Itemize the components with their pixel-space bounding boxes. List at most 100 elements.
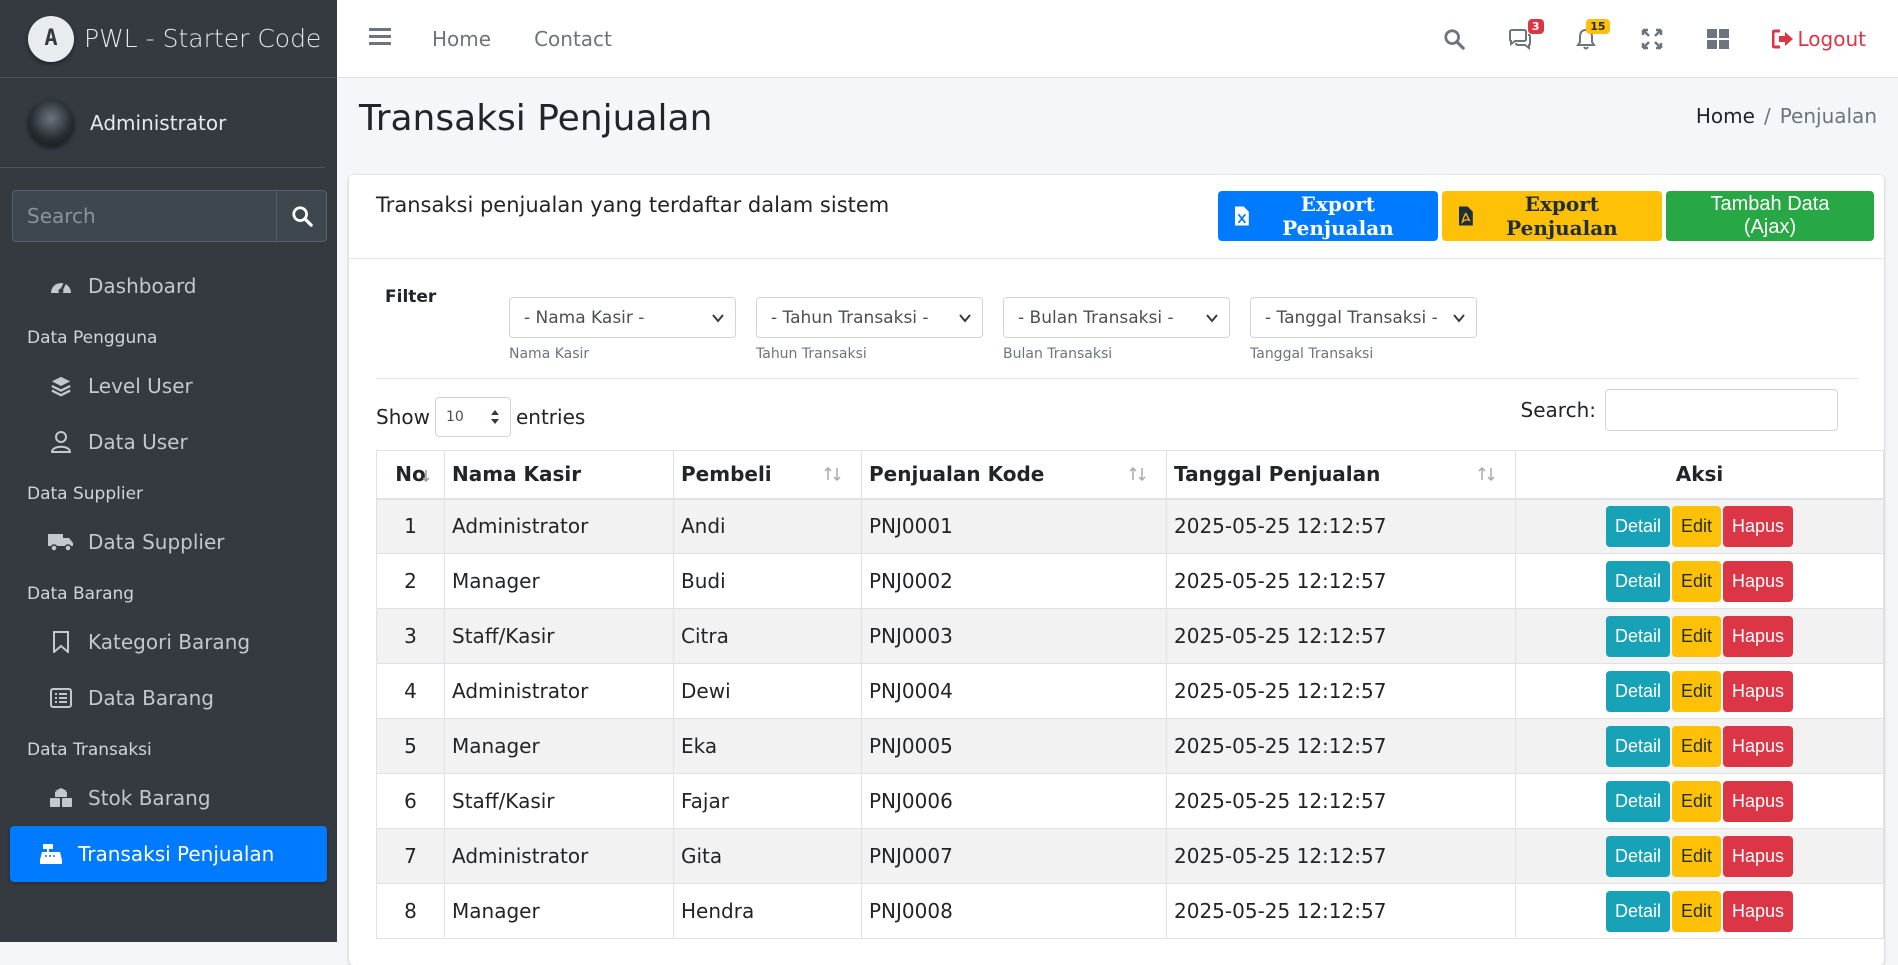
sidebar-item-kategori-barang[interactable]: Kategori Barang <box>10 614 327 670</box>
user-panel[interactable]: Administrator <box>0 78 325 168</box>
hapus-button[interactable]: Hapus <box>1723 560 1794 602</box>
edit-button[interactable]: Edit <box>1671 560 1722 602</box>
filter-tanggal-select[interactable]: - Tanggal Transaksi - <box>1250 297 1477 338</box>
filter-tanggal: - Tanggal Transaksi - Tanggal Transaksi <box>1250 297 1477 362</box>
user-name[interactable]: Administrator <box>90 111 226 135</box>
cell-no: 2 <box>376 553 445 609</box>
breadcrumb-home[interactable]: Home <box>1696 104 1755 128</box>
breadcrumb: Home / Penjualan <box>1696 104 1877 128</box>
nav-link-contact[interactable]: Contact <box>534 27 612 51</box>
edit-button[interactable]: Edit <box>1671 725 1722 767</box>
detail-button[interactable]: Detail <box>1605 505 1670 547</box>
edit-button[interactable]: Edit <box>1671 615 1722 657</box>
brand-link[interactable]: A PWL - Starter Code <box>0 0 337 78</box>
sidebar-item-label: Data User <box>88 430 188 454</box>
datatable-search-label: Search: <box>1520 398 1596 422</box>
sidebar-item-label: Transaksi Penjualan <box>78 842 275 866</box>
hapus-button[interactable]: Hapus <box>1723 780 1794 822</box>
sidebar-item-level-user[interactable]: Level User <box>10 358 327 414</box>
layer-group-icon <box>48 373 74 399</box>
cell-aksi: Detail Edit Hapus <box>1515 608 1884 664</box>
cell-aksi: Detail Edit Hapus <box>1515 553 1884 609</box>
hapus-button[interactable]: Hapus <box>1723 505 1794 547</box>
sidebar-item-data-user[interactable]: Data User <box>10 414 327 470</box>
file-pdf-icon <box>1459 206 1473 226</box>
navbar-right: 3 15 Logout <box>1442 0 1898 78</box>
cell-aksi: Detail Edit Hapus <box>1515 718 1884 774</box>
export-excel-button[interactable]: Export Penjualan <box>1218 191 1438 241</box>
notifications-bell-icon[interactable]: 15 <box>1574 19 1610 51</box>
export-excel-label: Export Penjualan <box>1282 192 1394 240</box>
detail-button[interactable]: Detail <box>1605 670 1670 712</box>
cell-tanggal-penjualan: 2025-05-25 12:12:57 <box>1166 553 1516 609</box>
sidebar-item-dashboard[interactable]: Dashboard <box>10 258 327 314</box>
nav-link-home[interactable]: Home <box>432 27 491 51</box>
entries-length-select[interactable]: 10 <box>434 397 511 437</box>
detail-button[interactable]: Detail <box>1605 890 1670 932</box>
sidebar-search-button[interactable] <box>276 190 327 242</box>
breadcrumb-current: Penjualan <box>1779 104 1877 128</box>
hapus-button[interactable]: Hapus <box>1723 670 1794 712</box>
card-tools: Export Penjualan Export Penjualan Tambah… <box>1218 191 1874 241</box>
filter-tahun: - Tahun Transaksi - Tahun Transaksi <box>756 297 983 362</box>
logout-link[interactable]: Logout <box>1771 27 1866 51</box>
sidebar-item-data-supplier[interactable]: Data Supplier <box>10 514 327 570</box>
sort-desc-icon <box>422 470 430 483</box>
sidebar-item-stok-barang[interactable]: Stok Barang <box>10 770 327 826</box>
col-header-penjualan-kode[interactable]: Penjualan Kode <box>861 450 1167 500</box>
table-row: 2 Manager Budi PNJ0002 2025-05-25 12:12:57 De… <box>376 553 1884 609</box>
control-sidebar-grid-icon[interactable] <box>1706 27 1730 51</box>
sidebar-search-input[interactable] <box>12 190 276 242</box>
col-header-pembeli[interactable]: Pembeli <box>673 450 862 500</box>
col-header-tanggal-penjualan[interactable]: Tanggal Penjualan <box>1166 450 1516 500</box>
chevron-down-icon <box>712 314 724 323</box>
top-navbar: Home Contact 3 15 Logout <box>337 0 1898 78</box>
detail-button[interactable]: Detail <box>1605 560 1670 602</box>
breadcrumb-separator: / <box>1763 104 1771 128</box>
filter-tahun-select[interactable]: - Tahun Transaksi - <box>756 297 983 338</box>
datatable-search-input[interactable] <box>1605 389 1838 431</box>
export-pdf-button[interactable]: Export Penjualan <box>1442 191 1662 241</box>
sort-icon <box>1478 467 1495 481</box>
col-header-no[interactable]: No <box>376 450 445 500</box>
sidebar-item-label: Data Barang <box>88 686 214 710</box>
detail-button[interactable]: Detail <box>1605 725 1670 767</box>
edit-button[interactable]: Edit <box>1671 780 1722 822</box>
table-row: 7 Administrator Gita PNJ0007 2025-05-25 12:1… <box>376 828 1884 884</box>
hamburger-menu-icon[interactable] <box>369 27 391 50</box>
search-icon <box>291 206 313 227</box>
filter-bulan-select[interactable]: - Bulan Transaksi - <box>1003 297 1230 338</box>
hapus-button[interactable]: Hapus <box>1723 615 1794 657</box>
edit-button[interactable]: Edit <box>1671 670 1722 712</box>
fullscreen-expand-icon[interactable] <box>1640 27 1664 51</box>
edit-button[interactable]: Edit <box>1671 505 1722 547</box>
filter-bulan-value: - Bulan Transaksi - <box>1018 307 1174 328</box>
sidebar-item-transaksi-penjualan[interactable]: Transaksi Penjualan <box>10 826 327 882</box>
detail-button[interactable]: Detail <box>1605 835 1670 877</box>
show-label: Show <box>376 405 430 429</box>
edit-button[interactable]: Edit <box>1671 835 1722 877</box>
table-row: 4 Administrator Dewi PNJ0004 2025-05-25 12:1… <box>376 663 1884 719</box>
cell-nama-kasir: Manager <box>444 553 674 609</box>
messages-badge: 3 <box>1527 19 1544 34</box>
add-data-ajax-button[interactable]: Tambah Data (Ajax) <box>1666 191 1874 241</box>
col-header-nama-kasir[interactable]: Nama Kasir <box>444 450 674 500</box>
table-row: 6 Staff/Kasir Fajar PNJ0006 2025-05-25 12:12… <box>376 773 1884 829</box>
cell-no: 6 <box>376 773 445 829</box>
hapus-button[interactable]: Hapus <box>1723 835 1794 877</box>
sidebar-item-data-barang[interactable]: Data Barang <box>10 670 327 726</box>
detail-button[interactable]: Detail <box>1605 780 1670 822</box>
detail-button[interactable]: Detail <box>1605 615 1670 657</box>
filter-kasir-select[interactable]: - Nama Kasir - <box>509 297 736 338</box>
filter-kasir-value: - Nama Kasir - <box>524 307 645 328</box>
bookmark-icon <box>48 629 74 655</box>
sidebar: A PWL - Starter Code Administrator Dashb… <box>0 0 337 942</box>
edit-button[interactable]: Edit <box>1671 890 1722 932</box>
hapus-button[interactable]: Hapus <box>1723 890 1794 932</box>
navbar-search-icon[interactable] <box>1442 27 1466 51</box>
brand-logo-icon: A <box>28 15 74 62</box>
cell-pembeli: Citra <box>673 608 862 664</box>
filter-bulan-label: Bulan Transaksi <box>1003 346 1113 362</box>
hapus-button[interactable]: Hapus <box>1723 725 1794 767</box>
messages-icon[interactable]: 3 <box>1508 19 1544 51</box>
